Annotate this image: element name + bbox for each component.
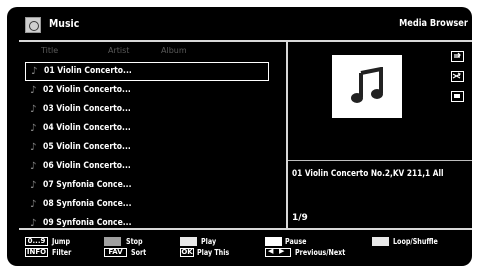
music-note-icon: ♪ — [30, 85, 37, 96]
column-headers: Title Artist Album — [41, 46, 261, 58]
yellow-key[interactable] — [265, 237, 282, 246]
music-note-icon: ♪ — [31, 66, 38, 77]
stop-icon[interactable] — [451, 91, 464, 102]
blue-key[interactable] — [372, 237, 389, 246]
music-note-icon: ♪ — [30, 199, 37, 210]
track-row-3[interactable]: ♪ 03 Violin Concerto... — [25, 100, 269, 119]
key-fav[interactable]: FAV — [104, 248, 127, 257]
track-row-1[interactable]: ♪ 01 Violin Concerto... — [25, 62, 269, 81]
track-title: 04 Violin Concerto... — [43, 123, 131, 133]
legend-play: Play — [201, 237, 217, 246]
media-browser-window: Music Media Browser Title Artist Album ♪… — [7, 7, 472, 266]
track-row-9[interactable]: ♪ 09 Synfonia Conce... — [25, 214, 269, 233]
column-album: Album — [161, 46, 187, 55]
app-title: Music — [49, 17, 80, 30]
legend-sort: Sort — [131, 248, 147, 257]
music-note-icon — [351, 67, 383, 103]
column-artist: Artist — [108, 46, 130, 55]
legend-stop: Stop — [126, 237, 143, 246]
legend-previous-next: Previous/Next — [295, 248, 346, 257]
track-row-6[interactable]: ♪ 06 Violin Concerto... — [25, 157, 269, 176]
legend-pause: Pause — [285, 237, 307, 246]
music-note-icon: ♪ — [30, 161, 37, 172]
legend-jump: Jump — [52, 237, 71, 246]
key-info[interactable]: INFO — [25, 248, 48, 257]
arrow-right-icon: ▶ — [279, 247, 285, 255]
legend-play-this: Play This — [197, 248, 230, 257]
track-title: 03 Violin Concerto... — [43, 104, 131, 114]
red-key[interactable] — [104, 237, 121, 246]
track-list: ♪ 01 Violin Concerto... ♪ 02 Violin Conc… — [25, 62, 269, 233]
music-note-icon: ♪ — [30, 142, 37, 153]
track-row-5[interactable]: ♪ 05 Violin Concerto... — [25, 138, 269, 157]
music-note-icon: ♪ — [30, 123, 37, 134]
track-row-4[interactable]: ♪ 04 Violin Concerto... — [25, 119, 269, 138]
music-app-icon — [25, 17, 41, 33]
track-title: 06 Violin Concerto... — [43, 161, 131, 171]
header-bar: Music Media Browser — [19, 12, 472, 42]
legend-loop-shuffle: Loop/Shuffle — [393, 237, 438, 246]
green-key[interactable] — [180, 237, 197, 246]
music-note-icon: ♪ — [30, 218, 37, 229]
track-row-2[interactable]: ♪ 02 Violin Concerto... — [25, 81, 269, 100]
now-playing-separator — [288, 160, 472, 161]
key-0-9[interactable]: 0...9 — [25, 237, 48, 246]
track-title: 07 Synfonia Conce... — [43, 180, 132, 190]
track-row-8[interactable]: ♪ 08 Synfonia Conce... — [25, 195, 269, 214]
panel-divider — [286, 41, 288, 228]
key-ok[interactable]: OK — [180, 248, 194, 257]
now-playing-title: 01 Violin Concerto No.2,KV 211,1 All — [292, 169, 444, 179]
track-title: 08 Synfonia Conce... — [43, 199, 132, 209]
track-position: 1/9 — [292, 213, 308, 223]
track-title: 02 Violin Concerto... — [43, 85, 131, 95]
track-title: 05 Violin Concerto... — [43, 142, 131, 152]
music-note-icon: ♪ — [30, 180, 37, 191]
track-title: 09 Synfonia Conce... — [43, 218, 132, 228]
music-note-icon: ♪ — [30, 104, 37, 115]
column-title: Title — [41, 46, 59, 55]
mode-label: Media Browser — [399, 18, 468, 29]
track-row-7[interactable]: ♪ 07 Synfonia Conce... — [25, 176, 269, 195]
shuffle-icon[interactable] — [451, 71, 464, 82]
album-art — [332, 55, 402, 118]
track-title: 01 Violin Concerto... — [44, 66, 132, 76]
repeat-icon[interactable] — [451, 51, 464, 62]
left-right-keys[interactable]: ◀ ▶ — [265, 248, 291, 257]
legend-filter: Filter — [52, 248, 72, 257]
arrow-left-icon: ◀ — [268, 247, 274, 255]
